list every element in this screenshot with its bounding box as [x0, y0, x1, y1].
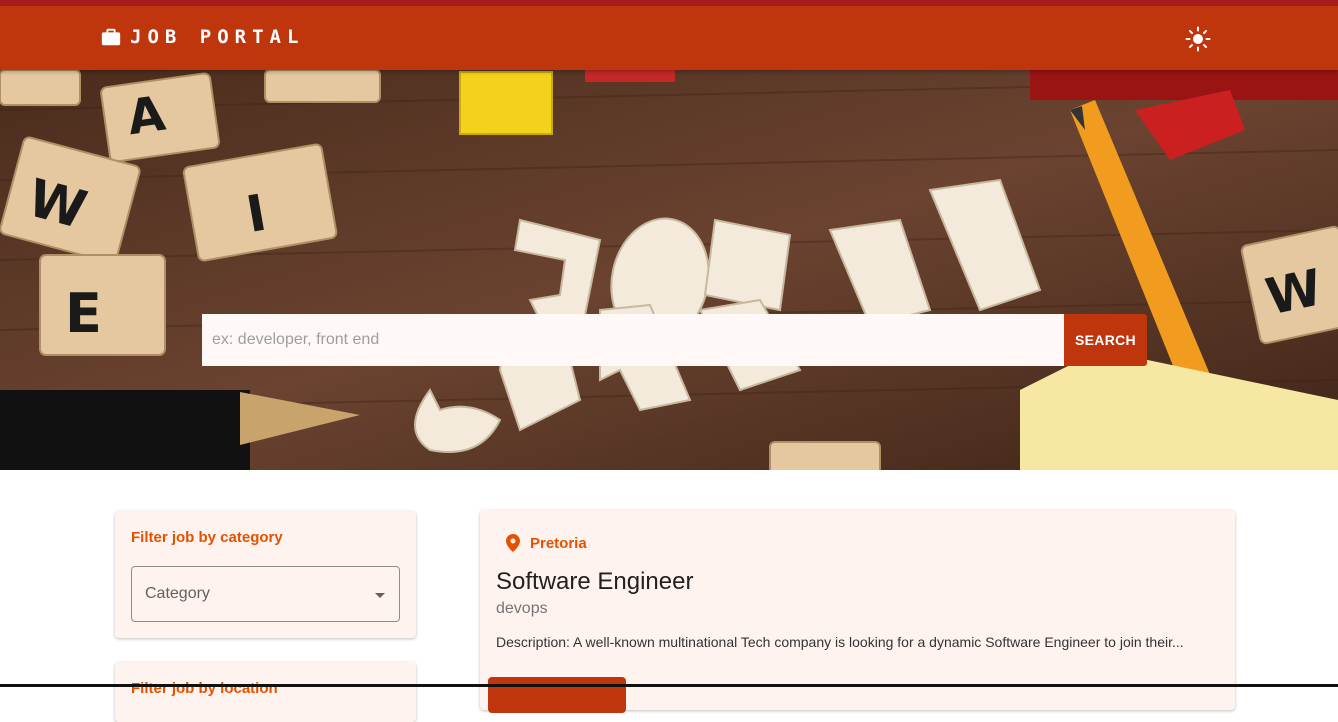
svg-text:E: E	[65, 282, 102, 345]
caret-down-icon	[375, 593, 385, 598]
job-location-text: Pretoria	[530, 534, 587, 552]
category-select-label: Category	[145, 585, 210, 602]
location-pin-icon	[506, 534, 520, 552]
hero-banner: A W I E W SEARCH	[0, 70, 1338, 470]
brand[interactable]: JOB PORTAL	[100, 26, 304, 48]
location-filter-card: Filter job by location	[115, 662, 416, 722]
category-filter-title: Filter job by category	[131, 529, 283, 546]
job-action-button[interactable]	[488, 677, 626, 713]
sun-icon[interactable]	[1185, 26, 1211, 52]
job-category: devops	[496, 600, 548, 617]
category-filter-card: Filter job by category Category	[115, 511, 416, 638]
svg-text:W: W	[1261, 258, 1327, 326]
search-button[interactable]: SEARCH	[1064, 314, 1147, 366]
hero-background-image: A W I E W	[0, 70, 1338, 470]
search-bar: SEARCH	[202, 314, 1147, 366]
briefcase-icon	[101, 28, 121, 46]
app-title: JOB PORTAL	[130, 26, 305, 48]
search-input[interactable]	[202, 314, 1064, 366]
app-bar: JOB PORTAL	[0, 6, 1338, 70]
job-location: Pretoria	[506, 534, 587, 552]
job-description: Description: A well-known multinational …	[496, 634, 1184, 650]
category-select[interactable]: Category	[131, 566, 400, 622]
job-title[interactable]: Software Engineer	[496, 568, 693, 596]
svg-text:A: A	[124, 86, 169, 147]
location-filter-title: Filter job by location	[131, 680, 278, 697]
job-card[interactable]: Pretoria Software Engineer devops Descri…	[480, 510, 1235, 713]
